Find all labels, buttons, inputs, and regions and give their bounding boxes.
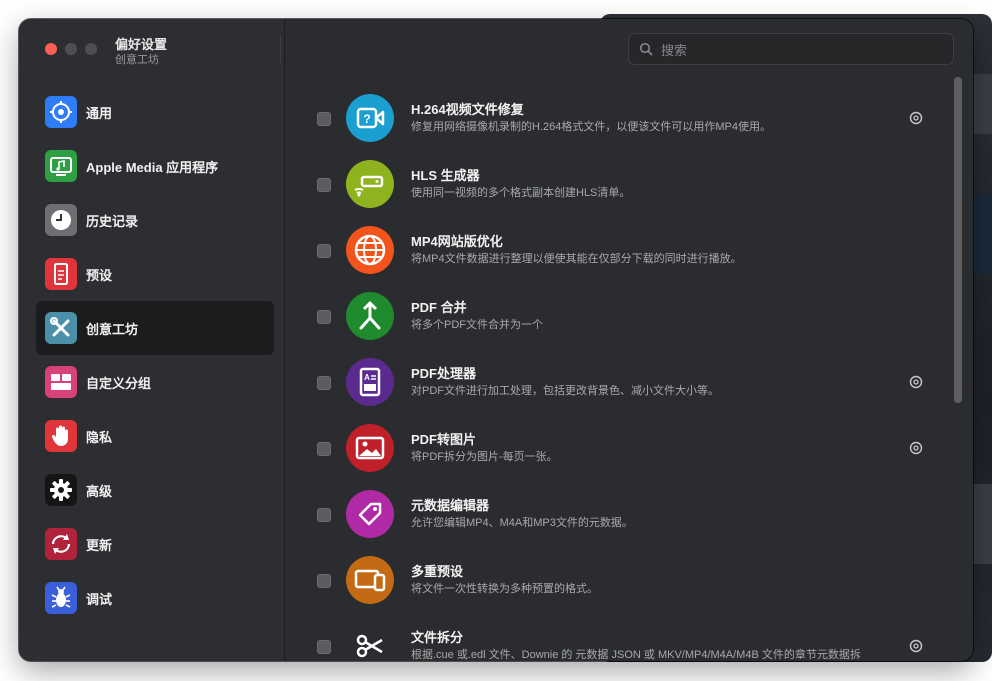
item-description: 使用同一视频的多个格式副本创建HLS清单。 [411, 187, 631, 199]
window-subtitle: 创意工坊 [115, 54, 159, 66]
sidebar-item-label: 预设 [86, 268, 113, 283]
gear-icon[interactable] [909, 441, 923, 455]
sidebar-nav: 通用 Apple Media 应用程序 历史记录 预设 创意工坊 自定义分组 隐… [36, 85, 274, 625]
item-description: 修复用网络摄像机录制的H.264格式文件，以便该文件可以用作MP4使用。 [411, 121, 771, 133]
refresh-icon [45, 528, 77, 560]
hand-icon [45, 420, 77, 452]
list-item-h264-repair: ? H.264视频文件修复 修复用网络摄像机录制的H.264格式文件，以便该文件… [285, 85, 955, 151]
gear-icon [45, 474, 77, 506]
gear-icon[interactable] [909, 639, 923, 653]
sidebar-item-debug[interactable]: 调试 [36, 571, 274, 625]
pdf-process-icon: A [346, 358, 394, 406]
item-title: PDF处理器 [411, 366, 477, 381]
item-description: 将PDF拆分为图片-每页一张。 [411, 451, 558, 463]
sidebar-item-label: 创意工坊 [86, 322, 139, 337]
titlebar: 偏好设置 创意工坊 [19, 19, 973, 77]
item-title: MP4网站版优化 [411, 234, 503, 249]
scissors-icon [346, 622, 394, 661]
titlebar-divider [280, 35, 281, 63]
list-item-pdf-merge: PDF 合并 将多个PDF文件合并为一个 [285, 283, 955, 349]
sidebar-item-label: 调试 [86, 592, 113, 607]
sidebar-item-label: 历史记录 [86, 214, 139, 229]
sidebar-item-custom-groups[interactable]: 自定义分组 [36, 355, 274, 409]
enable-checkbox[interactable] [317, 310, 331, 324]
enable-checkbox[interactable] [317, 442, 331, 456]
sidebar-item-label: 高级 [86, 484, 113, 499]
item-title: H.264视频文件修复 [411, 102, 524, 117]
enable-checkbox[interactable] [317, 112, 331, 126]
list-item-pdf-processor: A PDF处理器 对PDF文件进行加工处理，包括更改背景色、减小文件大小等。 [285, 349, 955, 415]
gear-cog-icon [45, 96, 77, 128]
gear-icon[interactable] [909, 375, 923, 389]
item-description: 对PDF文件进行加工处理，包括更改背景色、减小文件大小等。 [411, 385, 719, 397]
sidebar-item-label: 通用 [86, 106, 113, 121]
sidebar-item-workshop[interactable]: 创意工坊 [36, 301, 274, 355]
enable-checkbox[interactable] [317, 640, 331, 654]
tools-icon [45, 312, 77, 344]
music-display-icon [45, 150, 77, 182]
sidebar-item-presets[interactable]: 预设 [36, 247, 274, 301]
list-item-metadata-editor: 元数据编辑器 允许您编辑MP4、M4A和MP3文件的元数据。 [285, 481, 955, 547]
sidebar-item-apple-media[interactable]: Apple Media 应用程序 [36, 139, 274, 193]
streaming-icon [346, 160, 394, 208]
item-description: 允许您编辑MP4、M4A和MP3文件的元数据。 [411, 517, 633, 529]
enable-checkbox[interactable] [317, 508, 331, 522]
devices-icon [346, 556, 394, 604]
list-item-pdf-to-image: PDF转图片 将PDF拆分为图片-每页一张。 [285, 415, 955, 481]
sidebar-item-privacy[interactable]: 隐私 [36, 409, 274, 463]
item-title: PDF 合并 [411, 300, 467, 315]
list-item-hls-generator: HLS 生成器 使用同一视频的多个格式副本创建HLS清单。 [285, 151, 955, 217]
item-description: 将MP4文件数据进行整理以便使其能在仅部分下载的同时进行播放。 [411, 253, 742, 265]
sidebar-item-label: 隐私 [86, 430, 113, 445]
enable-checkbox[interactable] [317, 376, 331, 390]
enable-checkbox[interactable] [317, 178, 331, 192]
video-repair-icon: ? [346, 94, 394, 142]
close-window-button[interactable] [45, 43, 57, 55]
list-item-file-split: 文件拆分 根据.cue 或.edl 文件、Downie 的 元数据 JSON 或… [285, 613, 955, 661]
search-field[interactable] [628, 33, 954, 66]
item-description: 将文件一次性转换为多种预置的格式。 [411, 583, 598, 595]
sidebar-item-general[interactable]: 通用 [36, 85, 274, 139]
search-icon [639, 42, 653, 56]
svg-text:A: A [364, 373, 370, 382]
item-description: 根据.cue 或.edl 文件、Downie 的 元数据 JSON 或 MKV/… [411, 649, 861, 661]
sidebar-item-label: 更新 [86, 538, 113, 553]
list-item-multi-preset: 多重预设 将文件一次性转换为多种预置的格式。 [285, 547, 955, 613]
clock-icon [45, 204, 77, 236]
workshop-list: ? H.264视频文件修复 修复用网络摄像机录制的H.264格式文件，以便该文件… [285, 77, 973, 661]
preferences-window: 偏好设置 创意工坊 通用 Apple Media 应用程序 [19, 19, 973, 661]
item-title: HLS 生成器 [411, 168, 480, 183]
minimize-window-button[interactable] [65, 43, 77, 55]
search-input[interactable] [659, 34, 943, 66]
item-title: 文件拆分 [411, 630, 464, 645]
item-description: 将多个PDF文件合并为一个 [411, 319, 543, 331]
image-icon [346, 424, 394, 472]
enable-checkbox[interactable] [317, 574, 331, 588]
grid-icon [45, 366, 77, 398]
item-title: PDF转图片 [411, 432, 477, 447]
sidebar-item-updates[interactable]: 更新 [36, 517, 274, 571]
item-title: 元数据编辑器 [411, 498, 490, 513]
zoom-window-button[interactable] [85, 43, 97, 55]
gear-icon[interactable] [909, 111, 923, 125]
svg-text:?: ? [363, 112, 370, 126]
sidebar-item-label: 自定义分组 [86, 376, 152, 391]
enable-checkbox[interactable] [317, 244, 331, 258]
list-item-mp4-web-optimize: MP4网站版优化 将MP4文件数据进行整理以便使其能在仅部分下载的同时进行播放。 [285, 217, 955, 283]
sidebar-item-label: Apple Media 应用程序 [86, 160, 219, 175]
globe-icon [346, 226, 394, 274]
item-title: 多重预设 [411, 564, 464, 579]
tag-icon [346, 490, 394, 538]
scrollbar-thumb[interactable] [954, 77, 962, 403]
sidebar-item-history[interactable]: 历史记录 [36, 193, 274, 247]
merge-icon [346, 292, 394, 340]
sidebar-item-advanced[interactable]: 高级 [36, 463, 274, 517]
document-icon [45, 258, 77, 290]
bug-icon [45, 582, 77, 614]
